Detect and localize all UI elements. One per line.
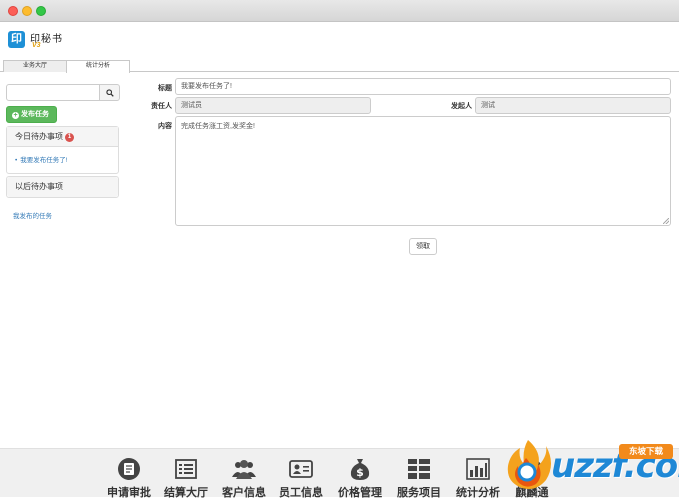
later-todo-header[interactable]: 以后待办事项 <box>7 177 118 197</box>
content-textarea[interactable]: 完成任务涨工资,发奖金! <box>175 116 671 226</box>
initiator-label: 发起人 <box>451 103 472 110</box>
dock-label: 价格管理 <box>338 487 382 499</box>
dock-label: 结算大厅 <box>164 487 208 499</box>
employee-card-icon <box>289 460 313 478</box>
logo-mark: 印 <box>8 31 25 48</box>
flame-icon <box>507 440 551 489</box>
dock-item-services[interactable]: 服务项目 <box>390 457 448 499</box>
watermark-tag: 东坡下载 <box>619 444 673 459</box>
dock-label: 申请审批 <box>107 487 151 499</box>
title-field[interactable]: 我要发布任务了! <box>175 78 671 95</box>
dock-label: 服务项目 <box>397 487 441 499</box>
minimize-window-button[interactable] <box>22 6 32 16</box>
tab-bar: 业务大厅 统计分析 <box>0 60 679 73</box>
search-input[interactable] <box>6 84 100 101</box>
content-text: 完成任务涨工资,发奖金! <box>181 123 255 130</box>
initiator-field: 测试 <box>475 97 671 114</box>
tab-business-hall[interactable]: 业务大厅 <box>3 60 67 72</box>
todo-item[interactable]: 我要发布任务了! <box>15 154 110 164</box>
customers-icon <box>232 460 256 479</box>
dock-item-approval[interactable]: 申请审批 <box>100 457 158 499</box>
publish-task-button[interactable]: + 发布任务 <box>6 106 57 123</box>
search-icon <box>106 89 114 97</box>
app-logo: 印 印秘书 V3 <box>8 30 72 52</box>
today-count-badge: 1 <box>65 133 74 142</box>
search-button[interactable] <box>99 84 120 101</box>
close-window-button[interactable] <box>8 6 18 16</box>
services-grid-icon <box>408 459 430 479</box>
title-label: 标题 <box>158 85 172 92</box>
today-todo-panel: 今日待办事项1 我要发布任务了! <box>6 126 119 174</box>
publish-task-label: 发布任务 <box>21 111 49 118</box>
tab-statistics[interactable]: 统计分析 <box>66 60 130 73</box>
today-todo-header: 今日待办事项 1 <box>7 127 118 147</box>
dock-item-statistics[interactable]: 统计分析 <box>449 457 507 499</box>
dock-label: 客户信息 <box>222 487 266 499</box>
dock-item-customers[interactable]: 客户信息 <box>215 457 273 499</box>
claim-button[interactable]: 领取 <box>409 238 437 255</box>
approval-icon <box>118 458 140 480</box>
my-published-tasks-link[interactable]: 我发布的任务 <box>13 210 52 220</box>
plus-circle-icon: + <box>12 112 19 119</box>
dock-item-employees[interactable]: 员工信息 <box>272 457 330 499</box>
dock-label: 统计分析 <box>456 487 500 499</box>
resize-handle-icon[interactable] <box>663 218 669 224</box>
window-titlebar <box>0 0 679 22</box>
dock-item-pricing[interactable]: $ 价格管理 <box>331 457 389 499</box>
later-todo-panel[interactable]: 以后待办事项 <box>6 176 119 198</box>
assignee-field: 测试员 <box>175 97 371 114</box>
dock-label: 员工信息 <box>279 487 323 499</box>
logo-version: V3 <box>32 42 41 49</box>
svg-text:$: $ <box>356 466 364 479</box>
zoom-window-button[interactable] <box>36 6 46 16</box>
today-todo-list: 我要发布任务了! <box>7 147 118 173</box>
dock-item-settlement[interactable]: 结算大厅 <box>157 457 215 499</box>
assignee-label: 责任人 <box>151 103 172 110</box>
settlement-icon <box>175 459 197 479</box>
content-label: 内容 <box>158 123 172 130</box>
watermark-logo: uzzf.com 东坡下载 <box>500 432 679 497</box>
money-bag-icon: $ <box>350 459 370 480</box>
today-todo-title: 今日待办事项 <box>15 132 63 141</box>
bar-chart-icon <box>466 458 490 480</box>
